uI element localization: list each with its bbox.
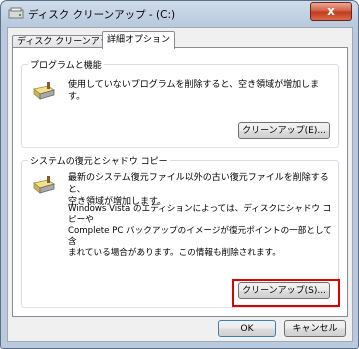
programs-and-features-group: プログラムと機能 使用していないプログラムを削除すると、空き領域が増加します。 …	[21, 58, 339, 148]
programs-cleanup-button[interactable]: クリーンアップ(E)...	[238, 122, 330, 139]
restore-cleanup-button[interactable]: クリーンアップ(S)...	[238, 282, 330, 299]
disk-cleanup-window: ディスク クリーンアップ - (C:) x ディスク クリーンアップ 詳細オプシ…	[0, 0, 359, 349]
system-restore-group: システムの復元とシャドウ コピー 最新のシステム復元ファイル以外の古い復元ファイ…	[21, 154, 340, 308]
tab-more-options[interactable]: 詳細オプション	[102, 31, 176, 49]
title-bar[interactable]: ディスク クリーンアップ - (C:) x	[1, 1, 358, 27]
close-button[interactable]: x	[310, 2, 352, 21]
cancel-button[interactable]: キャンセル	[284, 320, 346, 337]
programs-group-title: プログラムと機能	[28, 58, 104, 71]
window-title: ディスク クリーンアップ - (C:)	[28, 9, 176, 21]
programs-description: 使用していないプログラムを削除すると、空き領域が増加します。	[68, 80, 320, 102]
restore-description-line-1: 最新のシステム復元ファイル以外の古い復元ファイルを削除すると、	[68, 173, 329, 195]
restore-note: Windows Vista のエディションによっては、ディスクにシャドウ コピー…	[68, 204, 334, 259]
cleanup-icon	[33, 82, 55, 100]
tab-panel-more-options: プログラムと機能 使用していないプログラムを削除すると、空き領域が増加します。 …	[12, 47, 348, 317]
disk-cleanup-app-icon	[8, 7, 24, 19]
dialog-client-area: ディスク クリーンアップ 詳細オプション プログラムと機能 使用していないプログ…	[7, 27, 353, 342]
restore-group-title: システムの復元とシャドウ コピー	[28, 154, 170, 167]
ok-button[interactable]: OK	[218, 320, 276, 337]
restore-note-line-2: Complete PC バックアップのイメージが復元ポイントの一部として含	[68, 226, 332, 247]
cleanup-icon	[33, 176, 55, 194]
close-icon: x	[327, 4, 335, 18]
restore-description: 最新のシステム復元ファイル以外の古い復元ファイルを削除すると、 空き領域が増加し…	[68, 172, 334, 208]
restore-note-line-1: Windows Vista のエディションによっては、ディスクにシャドウ コピー…	[68, 204, 332, 225]
restore-note-line-3: まれている場合があります。この情報も削除されます。	[68, 248, 281, 258]
